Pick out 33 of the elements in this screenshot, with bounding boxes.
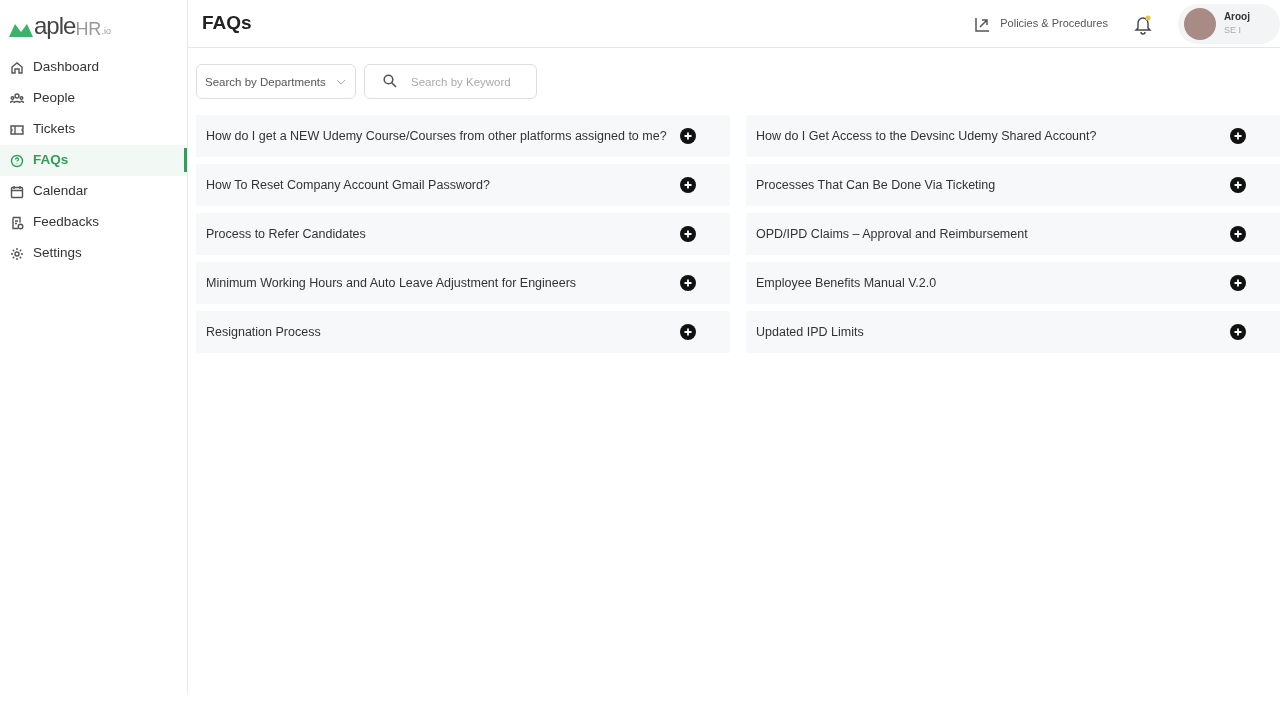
sidebar-item[interactable]: Dashboard — [0, 52, 187, 83]
search-icon — [383, 74, 397, 88]
faq-item[interactable]: Processes That Can Be Done Via Ticketing — [746, 164, 1280, 206]
avatar — [1183, 7, 1216, 40]
logo-domain: .io — [101, 24, 111, 38]
faq-item[interactable]: Minimum Working Hours and Auto Leave Adjustment for Engineers — [196, 262, 730, 304]
home-icon — [9, 59, 25, 76]
logo-icon — [8, 22, 34, 38]
page-title: FAQs — [202, 12, 252, 35]
faq-item[interactable]: How To Reset Company Account Gmail Password? — [196, 164, 730, 206]
department-select[interactable]: Search by Departments — [196, 64, 356, 99]
sidebar-item[interactable]: Settings — [0, 238, 187, 269]
logo-suffix: HR — [75, 20, 102, 38]
sidebar-item[interactable]: Calendar — [0, 176, 187, 207]
user-name: Arooj — [1223, 10, 1250, 25]
faq-item[interactable]: How do I Get Access to the Devsinc Udemy Shared Account? — [746, 115, 1280, 157]
logo-text: aple — [34, 14, 76, 38]
policies-link[interactable]: Policies & Procedures — [974, 14, 1108, 33]
sidebar-item[interactable]: Feedbacks — [0, 207, 187, 238]
calendar-icon — [9, 183, 25, 200]
faq-item[interactable]: Process to Refer Candidates — [196, 213, 730, 255]
sidebar-item[interactable]: Tickets — [0, 114, 187, 145]
faq-item[interactable]: OPD/IPD Claims – Approval and Reimbursement — [746, 213, 1280, 255]
settings-icon — [9, 245, 25, 262]
faq-item[interactable]: Resignation Process — [196, 311, 730, 353]
question-icon — [9, 152, 25, 169]
sidebar-item[interactable]: People — [0, 83, 187, 114]
chevron-down-icon — [336, 79, 346, 85]
faq-item[interactable]: Employee Benefits Manual V.2.0 — [746, 262, 1280, 304]
faq-item[interactable]: Updated IPD Limits — [746, 311, 1280, 353]
clipboard-icon — [9, 214, 25, 231]
keyword-search-field[interactable]: Search by Keyword — [364, 64, 537, 99]
faq-item[interactable]: How do I get a NEW Udemy Course/Courses from other platforms assigned to me? — [196, 115, 730, 157]
